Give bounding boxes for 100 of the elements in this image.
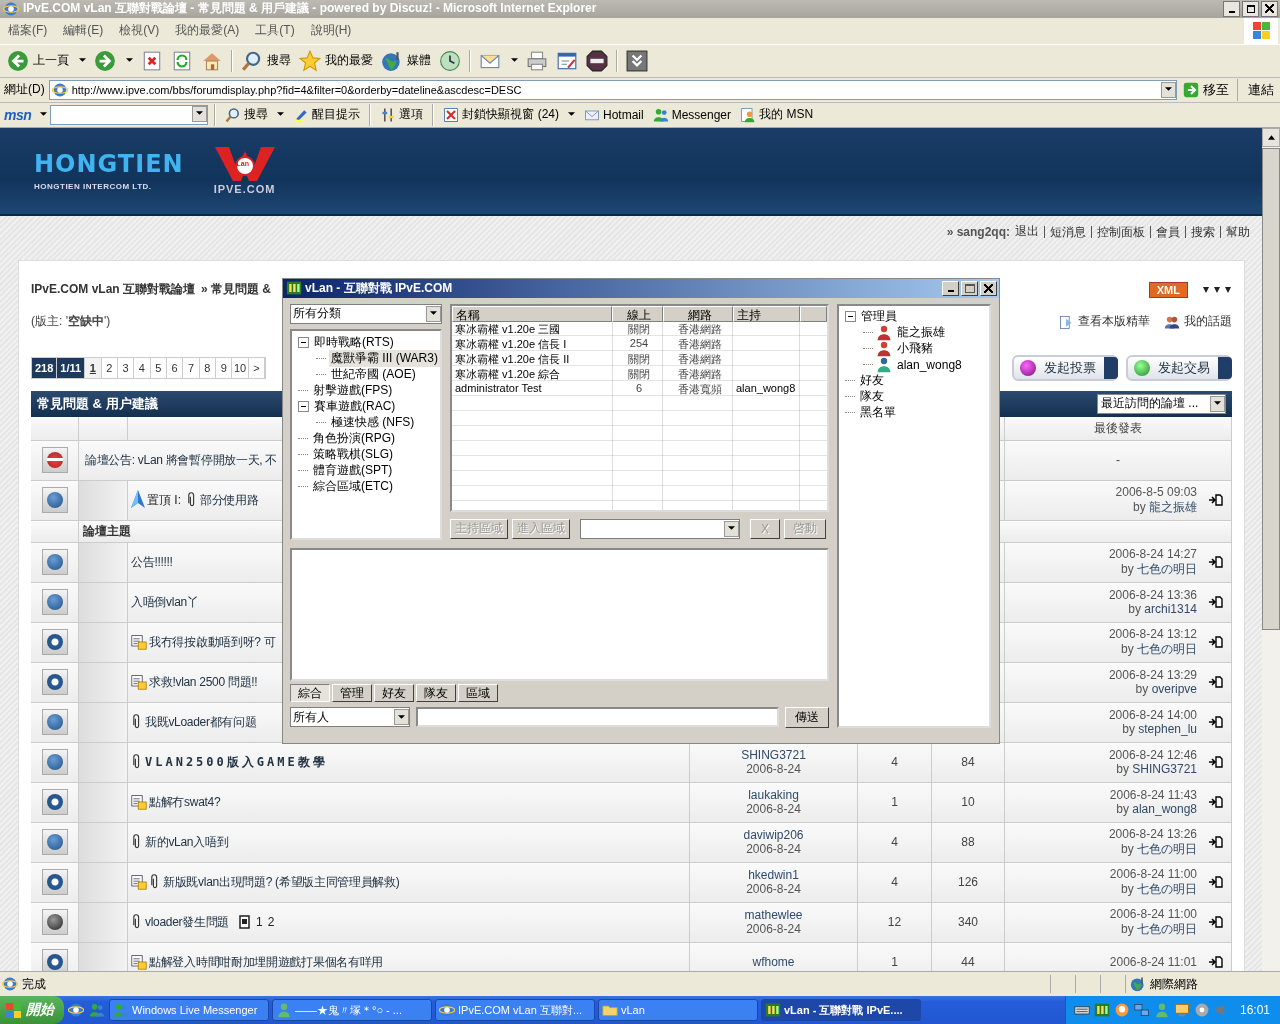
last-poster-link[interactable]: SHING3721 [1132,762,1197,777]
disc-icon[interactable] [1193,1002,1210,1018]
scrollbar[interactable] [1262,127,1280,972]
room-select[interactable] [580,518,740,539]
close-button[interactable] [1261,0,1278,17]
column-header[interactable]: 名稱 [452,305,612,322]
topic-link[interactable]: VLAN2500版入GAME教學 [145,753,328,771]
search-button[interactable]: 搜尋 [222,103,288,126]
goto-last-icon[interactable] [1209,596,1223,609]
tree-item[interactable]: 魔獸爭霸 III (WAR3) [329,350,440,368]
last-poster-link[interactable]: stephen_lu [1138,722,1197,737]
highlight-button[interactable]: 醒目提示 [290,103,364,126]
arrows-icon[interactable] [1202,284,1232,295]
contact-group[interactable]: 黑名單 [858,404,898,422]
topic-link[interactable]: 求救!vlan 2500 問題!! [149,673,258,691]
author-link[interactable]: SHING3721 [741,748,806,763]
author-link[interactable]: hkedwin1 [748,868,799,883]
popup-button[interactable]: 封鎖快顯視窗 (24) [440,103,578,126]
mymsn-button[interactable]: 我的 MSN [737,103,817,126]
goto-last-icon[interactable] [1209,916,1223,929]
last-poster-link[interactable]: alan_wong8 [1132,802,1197,817]
taskbar-button[interactable]: IPvE.COM vLan 互聯對... [435,999,595,1021]
room-name[interactable]: administrator Test [452,381,612,397]
tree-item[interactable]: 策略戰棋(SLG) [311,446,395,464]
user-link[interactable]: 搜索 [1185,225,1215,238]
user-link[interactable]: 幫助 [1220,225,1250,238]
goto-last-icon[interactable] [1209,956,1223,969]
go-button[interactable]: 移至 [1181,78,1238,101]
topic-link[interactable]: 新版既vlan出現問題? (希望版主同管理員解救) [163,873,400,891]
page-link[interactable]: 1 [85,357,102,378]
headset-icon[interactable] [1113,1002,1130,1018]
contact-group[interactable]: 好友 [858,372,886,390]
chat-tab[interactable]: 隊友 [416,684,456,703]
column-header[interactable]: 線上 [612,305,663,322]
topic-link[interactable]: 部分使用路 [200,491,259,509]
author-link[interactable]: daviwip206 [743,828,804,843]
topic-link[interactable]: 點解登入時間咁耐加埋開遊戲打果個名有咩用 [149,953,383,971]
digest-link[interactable]: 查看本版精華 [1058,313,1150,331]
collapse-icon[interactable] [845,311,856,323]
menu-item[interactable]: 編輯(E) [55,22,112,40]
topic-link[interactable]: vloader發生問題 [145,913,230,931]
post-button[interactable]: 发起交易 [1126,354,1232,381]
taskbar-button[interactable]: vLan [598,999,758,1021]
page-info[interactable]: 218 [32,357,58,378]
room-name[interactable]: 寒冰霸權 v1.20e 信長 II [452,351,612,367]
taskbar-button[interactable]: Windows Live Messenger [109,999,269,1021]
msn-logo[interactable]: msn [4,106,32,123]
page-link[interactable]: 2 [267,915,275,930]
address-field[interactable]: http://www.ipve.com/bbs/forumdisplay.php?fid=4&filter=0&orderby=dateline&ascdesc=DESC [48,79,1177,100]
user-link[interactable]: 會員 [1150,225,1180,238]
last-poster-link[interactable]: overipve [1151,682,1197,697]
taskbar-button[interactable]: vLan - 互聯對戰 IPvE.... [761,999,921,1021]
monitor-icon[interactable] [1173,1002,1190,1018]
chat-tab[interactable]: 好友 [374,684,414,703]
menu-item[interactable]: 檔案(F) [0,22,56,40]
post-button[interactable]: 发起投票 [1012,354,1118,381]
scroll-thumb[interactable] [1262,147,1280,630]
breadcrumb-link[interactable]: IPvE.COM vLan 互聯對戰論壇 [31,281,196,299]
links-button[interactable]: 連結 [1242,80,1280,99]
tree-item[interactable]: 世紀帝國 (AOE) [329,366,418,384]
room-name[interactable]: 寒冰霸權 v1.20e 綜合 [452,366,612,382]
contact-name[interactable]: 龍之振雄 [895,324,947,342]
topic-link[interactable]: 新的vLan入唔到 [145,833,229,851]
category-select[interactable]: 所有分類 [290,303,442,324]
tree-item[interactable]: 即時戰略(RTS) [312,334,396,352]
contact-group[interactable]: 管理員 [859,308,899,326]
restore-button[interactable] [1242,0,1259,17]
last-poster-link[interactable]: 七色の明日 [1137,641,1197,656]
dropdown-button[interactable] [1161,81,1176,98]
last-poster-link[interactable]: archi1314 [1144,602,1197,617]
goto-last-icon[interactable] [1209,556,1223,569]
menu-item[interactable]: 說明(H) [302,22,360,40]
goto-last-icon[interactable] [1209,756,1223,769]
user-link[interactable]: 控制面板 [1091,225,1145,238]
user-link[interactable]: 短消息 [1044,225,1086,238]
author-link[interactable]: laukaking [748,788,799,803]
page-info[interactable]: 1/11 [57,357,86,378]
user-link[interactable]: 退出 [1015,223,1039,241]
topic-link[interactable]: 我既vLoader都有问题 [145,713,257,731]
contact-name[interactable]: 小飛豬 [895,340,935,358]
tree-item[interactable]: 綜合區域(ETC) [311,478,395,496]
chat-tab[interactable]: 區域 [458,684,498,703]
maximize-button[interactable] [961,280,978,296]
send-button[interactable]: 傳送 [785,706,829,728]
forum-jump-select[interactable]: 最近訪問的論壇 ... [1097,393,1226,414]
goto-last-icon[interactable] [1209,716,1223,729]
goto-last-icon[interactable] [1209,494,1223,507]
room-name[interactable]: 寒冰霸權 v1.20e 信長 I [452,336,612,352]
caret-icon[interactable] [40,112,48,118]
menu-item[interactable]: 檢視(V) [111,22,168,40]
vlan-app-icon[interactable] [1093,1002,1110,1018]
last-poster-link[interactable]: 七色の明日 [1137,881,1197,896]
chat-tab[interactable]: 綜合 [290,684,330,703]
goto-last-icon[interactable] [1209,796,1223,809]
chat-tab[interactable]: 管理 [332,684,372,703]
search-field[interactable] [50,104,209,125]
collapse-icon[interactable] [298,337,309,349]
goto-last-icon[interactable] [1209,836,1223,849]
goto-last-icon[interactable] [1209,876,1223,889]
collapse-icon[interactable] [298,401,309,413]
